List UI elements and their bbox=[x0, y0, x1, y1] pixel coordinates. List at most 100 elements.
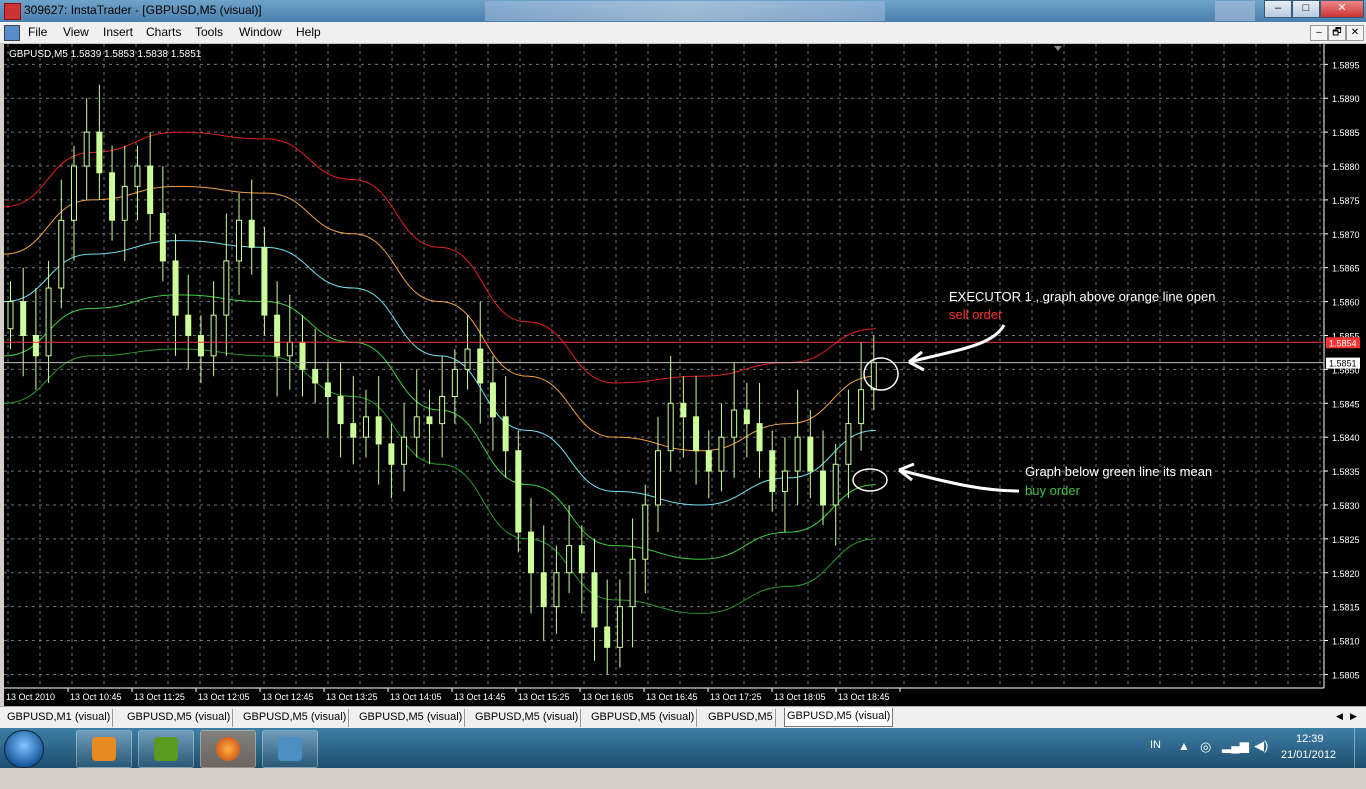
price-axis-label: 1.5870 bbox=[1332, 230, 1360, 240]
tab-gbpusd-m5-visual-5[interactable]: GBPUSD,M5 (visual) bbox=[589, 709, 698, 727]
network-icon[interactable]: ▂▄▆ bbox=[1222, 739, 1249, 779]
ask-price-text: 1.5854 bbox=[1329, 338, 1357, 348]
candle-bull bbox=[781, 470, 788, 492]
chart-header: GBPUSD,M5 1.5839 1.5853 1.5838 1.5851 bbox=[9, 49, 202, 60]
time-axis-label: 13 Oct 12:05 bbox=[198, 692, 250, 702]
tab-gbpusd-m5-visual-1[interactable]: GBPUSD,M5 (visual) bbox=[125, 709, 234, 727]
candle-bear bbox=[477, 348, 484, 384]
candle-bear bbox=[528, 531, 535, 574]
candle-bull bbox=[667, 402, 674, 452]
tab-gbpusd-m5-visual-2[interactable]: GBPUSD,M5 (visual) bbox=[241, 709, 350, 727]
candle-bull bbox=[236, 219, 243, 262]
taskbar-firefox[interactable] bbox=[200, 730, 256, 768]
taskbar-instatrader[interactable] bbox=[262, 730, 318, 768]
mdi-close-button[interactable]: ✕ bbox=[1346, 25, 1364, 41]
menu-tools[interactable]: Tools bbox=[195, 25, 223, 39]
price-axis-label: 1.5810 bbox=[1332, 637, 1360, 647]
price-chart[interactable]: 1.5895 1.5890 1.5885 1.5880 1.5875 1.5870 1.58… bbox=[4, 44, 1366, 706]
time-axis-label: 13 Oct 2010 bbox=[6, 692, 55, 702]
candle-bear bbox=[604, 626, 611, 648]
taskbar-media-player[interactable] bbox=[76, 730, 132, 768]
candle-bull bbox=[362, 416, 369, 438]
candle-bull bbox=[121, 185, 128, 221]
candle-bear bbox=[32, 334, 39, 357]
price-axis-label: 1.5845 bbox=[1332, 399, 1360, 409]
menu-charts[interactable]: Charts bbox=[146, 25, 181, 39]
candle-bear bbox=[312, 368, 319, 384]
candle-bear bbox=[578, 545, 585, 574]
candle-bear bbox=[591, 572, 598, 628]
start-button[interactable] bbox=[4, 730, 44, 768]
tab-gbpusd-m1-visual[interactable]: GBPUSD,M1 (visual) bbox=[5, 709, 114, 727]
time-axis-label: 13 Oct 16:05 bbox=[582, 692, 634, 702]
chart-shift-icon bbox=[1054, 46, 1062, 51]
menu-file[interactable]: File bbox=[28, 25, 47, 39]
buy-arrow bbox=[898, 468, 1020, 493]
candle-bull bbox=[832, 463, 839, 506]
candle-bull bbox=[286, 341, 293, 357]
menu-insert[interactable]: Insert bbox=[103, 25, 133, 39]
menu-view[interactable]: View bbox=[63, 25, 89, 39]
mdi-minimize-button[interactable]: – bbox=[1310, 25, 1328, 41]
taskbar-nvidia[interactable] bbox=[138, 730, 194, 768]
candle-bull bbox=[858, 389, 865, 425]
taskbar: IN ▲ ◎ ▂▄▆ ◀) 12:39 21/01/2012 bbox=[0, 728, 1366, 768]
clock-date[interactable]: 21/01/2012 bbox=[1281, 749, 1336, 789]
tab-scroll-right-icon[interactable]: ▶ bbox=[1350, 711, 1357, 722]
buy-annotation-line1: Graph below green line its mean bbox=[1025, 464, 1212, 479]
time-axis-label: 13 Oct 14:05 bbox=[390, 692, 442, 702]
candle-bull bbox=[654, 450, 661, 506]
media-player-icon bbox=[92, 737, 116, 761]
maximize-button[interactable]: □ bbox=[1292, 0, 1320, 18]
tab-gbpusd-m5-visual-4[interactable]: GBPUSD,M5 (visual) bbox=[473, 709, 582, 727]
candle-bear bbox=[96, 131, 103, 174]
show-desktop-button[interactable] bbox=[1354, 728, 1366, 768]
tab-gbpusd-m5[interactable]: GBPUSD,M5 bbox=[706, 709, 776, 727]
candle-bear bbox=[743, 409, 750, 425]
price-axis-label: 1.5875 bbox=[1332, 196, 1360, 206]
mdi-restore-button[interactable]: 🗗 bbox=[1328, 25, 1346, 41]
tray-app-icon[interactable]: ◎ bbox=[1200, 739, 1211, 779]
close-button[interactable]: ✕ bbox=[1320, 0, 1364, 18]
volume-icon[interactable]: ◀) bbox=[1254, 738, 1268, 778]
tray-expand-icon[interactable]: ▲ bbox=[1178, 739, 1190, 779]
price-axis-label: 1.5865 bbox=[1332, 264, 1360, 274]
candle-bull bbox=[629, 558, 636, 608]
menu-help[interactable]: Help bbox=[296, 25, 321, 39]
candle-bull bbox=[718, 436, 725, 472]
candle-bear bbox=[502, 416, 509, 452]
bid-price-text: 1.5851 bbox=[1329, 359, 1357, 369]
menu-bar: File View Insert Charts Tools Window Hel… bbox=[0, 22, 1366, 44]
tab-scroll-left-icon[interactable]: ◀ bbox=[1336, 711, 1343, 722]
price-axis-label: 1.5805 bbox=[1332, 670, 1360, 680]
candle-bear bbox=[756, 423, 763, 452]
menu-window[interactable]: Window bbox=[239, 25, 282, 39]
chart-area[interactable]: 1.5895 1.5890 1.5885 1.5880 1.5875 1.5870 1.58… bbox=[4, 44, 1366, 706]
candle-bull bbox=[45, 287, 52, 357]
candle-bear bbox=[159, 212, 166, 262]
tab-gbpusd-m5-visual-active[interactable]: GBPUSD,M5 (visual) bbox=[784, 708, 894, 727]
candle-bear bbox=[388, 443, 395, 465]
tab-gbpusd-m5-visual-3[interactable]: GBPUSD,M5 (visual) bbox=[357, 709, 466, 727]
ask-price-label: 1.5854 bbox=[1326, 337, 1360, 349]
time-axis-label: 13 Oct 18:45 bbox=[838, 692, 890, 702]
time-axis-label: 13 Oct 14:45 bbox=[454, 692, 506, 702]
chart-tabs: GBPUSD,M1 (visual) GBPUSD,M5 (visual) GB… bbox=[0, 706, 1366, 729]
candle-bear bbox=[197, 334, 204, 357]
language-indicator[interactable]: IN bbox=[1150, 739, 1161, 779]
candle-bull bbox=[731, 409, 738, 438]
sell-annotation-line2: sell order bbox=[949, 307, 1003, 322]
candle-bull bbox=[870, 362, 877, 391]
candle-bull bbox=[451, 368, 458, 398]
candle-bull bbox=[70, 165, 77, 221]
candle-bear bbox=[337, 396, 344, 425]
chart-window-icon[interactable] bbox=[4, 25, 20, 41]
candle-bear bbox=[274, 314, 281, 357]
band-cyan-line bbox=[4, 240, 877, 506]
price-axis-label: 1.5830 bbox=[1332, 501, 1360, 511]
candle-bear bbox=[693, 416, 700, 452]
time-axis-label: 13 Oct 16:45 bbox=[646, 692, 698, 702]
time-axis-label: 13 Oct 11:25 bbox=[134, 692, 185, 702]
minimize-button[interactable]: – bbox=[1264, 0, 1292, 18]
candle-bull bbox=[210, 314, 217, 357]
